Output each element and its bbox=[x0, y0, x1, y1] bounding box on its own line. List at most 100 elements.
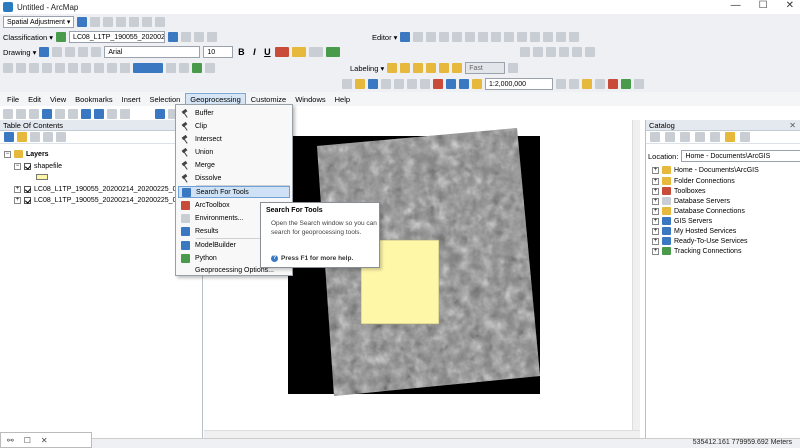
fixed-zoom-in-icon[interactable] bbox=[55, 109, 65, 119]
open-icon[interactable] bbox=[355, 79, 365, 89]
draw-polygon-icon[interactable] bbox=[181, 32, 192, 42]
label-quality-dropdown[interactable]: Fast bbox=[465, 62, 506, 74]
menu-item-merge[interactable]: Merge bbox=[178, 159, 290, 171]
catalog-options-icon[interactable] bbox=[740, 132, 750, 142]
zoom-whole-page-icon[interactable] bbox=[65, 47, 76, 57]
fixed-zoom-out-icon[interactable] bbox=[68, 109, 78, 119]
polygon-symbol-swatch[interactable] bbox=[36, 174, 48, 180]
catalog-close-icon[interactable]: ✕ bbox=[789, 121, 796, 130]
menu-insert[interactable]: Insert bbox=[118, 93, 145, 105]
list-by-source-icon[interactable] bbox=[17, 132, 27, 142]
menu-bookmarks[interactable]: Bookmarks bbox=[71, 93, 117, 105]
forward-icon[interactable] bbox=[665, 132, 675, 142]
expand-icon[interactable]: + bbox=[652, 207, 659, 215]
classification-layer-dropdown[interactable]: LC08_L1TP_190055_202002 bbox=[69, 31, 166, 43]
split-icon[interactable] bbox=[517, 32, 528, 42]
up-icon[interactable] bbox=[680, 132, 690, 142]
catalog-item[interactable]: + Database Servers bbox=[652, 196, 730, 206]
layer-visibility-checkbox[interactable] bbox=[24, 162, 31, 170]
expand-icon[interactable]: + bbox=[14, 185, 21, 193]
catalog-item[interactable]: + Home - Documents\ArcGIS bbox=[652, 165, 759, 175]
editor-toolbar-icon[interactable] bbox=[556, 79, 566, 89]
view-link-table-icon[interactable] bbox=[155, 17, 166, 27]
python-window-icon[interactable] bbox=[621, 79, 631, 89]
labeling-menu[interactable]: Labeling ▾ bbox=[350, 64, 384, 73]
raster-layer[interactable]: + LC08_L1TP_190055_20200214_20200225_01_… bbox=[14, 184, 189, 194]
expand-icon[interactable]: + bbox=[652, 166, 659, 174]
pan-icon[interactable] bbox=[29, 109, 39, 119]
classification-label[interactable]: Classification ▾ bbox=[3, 33, 53, 42]
list-by-selection-icon[interactable] bbox=[43, 132, 53, 142]
pause-labeling-icon[interactable] bbox=[439, 63, 450, 73]
expand-icon[interactable]: + bbox=[652, 177, 659, 185]
catalog-item[interactable]: + Database Connections bbox=[652, 206, 745, 216]
catalog-item[interactable]: + Toolboxes bbox=[652, 186, 706, 196]
copy-icon[interactable] bbox=[407, 79, 417, 89]
marker-color-icon[interactable] bbox=[326, 47, 341, 57]
effects-icon-8[interactable] bbox=[94, 63, 104, 73]
maximize-button[interactable]: ☐ bbox=[759, 0, 768, 11]
grid-icon[interactable] bbox=[572, 47, 582, 57]
menu-help[interactable]: Help bbox=[331, 93, 354, 105]
rectangle-icon[interactable] bbox=[78, 47, 89, 57]
create-features-icon[interactable] bbox=[569, 32, 580, 42]
expand-icon[interactable]: + bbox=[652, 197, 659, 205]
reshape-icon[interactable] bbox=[491, 32, 502, 42]
map-scale-dropdown[interactable]: 1:2,000,000 bbox=[485, 78, 553, 90]
rotate-element-icon[interactable] bbox=[52, 47, 63, 57]
cut-icon[interactable] bbox=[394, 79, 404, 89]
italic-button[interactable]: I bbox=[249, 47, 259, 57]
attributes-icon[interactable] bbox=[543, 32, 554, 42]
training-manager-icon[interactable] bbox=[194, 32, 205, 42]
effects-slider[interactable] bbox=[133, 63, 163, 73]
edit-tool-icon[interactable] bbox=[400, 32, 411, 42]
effects-icon-9[interactable] bbox=[107, 63, 117, 73]
effects-icon-3[interactable] bbox=[29, 63, 39, 73]
menu-item-intersect[interactable]: Intersect bbox=[178, 133, 290, 145]
select-elements-pointer-icon[interactable] bbox=[155, 109, 165, 119]
location-dropdown[interactable]: Home - Documents\ArcGIS bbox=[681, 150, 800, 162]
save-icon[interactable] bbox=[368, 79, 378, 89]
measure-icon[interactable] bbox=[142, 17, 153, 27]
spatial-adjustment-dropdown[interactable]: Spatial Adjustment ▾ bbox=[3, 16, 75, 28]
effects-icon-7[interactable] bbox=[81, 63, 91, 73]
paste-icon[interactable] bbox=[420, 79, 430, 89]
print-icon[interactable] bbox=[381, 79, 391, 89]
back-icon[interactable] bbox=[650, 132, 660, 142]
effects-icon-4[interactable] bbox=[42, 63, 52, 73]
training-sample-icon[interactable] bbox=[168, 32, 179, 42]
map-vertical-scrollbar[interactable] bbox=[632, 120, 640, 430]
menu-item-search-for-tools[interactable]: Search For Tools bbox=[178, 186, 290, 198]
table-icon[interactable] bbox=[520, 47, 530, 57]
report-icon[interactable] bbox=[546, 47, 556, 57]
rotate-icon[interactable] bbox=[530, 32, 541, 42]
effects-icon-2[interactable] bbox=[16, 63, 26, 73]
label-weight-icon[interactable] bbox=[413, 63, 424, 73]
trace-icon[interactable] bbox=[452, 32, 463, 42]
expand-icon[interactable]: + bbox=[652, 187, 659, 195]
zoom-in-icon[interactable] bbox=[3, 109, 13, 119]
list-by-visibility-icon[interactable] bbox=[30, 132, 40, 142]
bold-button[interactable]: B bbox=[236, 47, 246, 57]
menu-view[interactable]: View bbox=[46, 93, 70, 105]
search-window-icon[interactable] bbox=[595, 79, 605, 89]
menu-item-buffer[interactable]: Buffer bbox=[178, 107, 290, 119]
expand-icon[interactable]: + bbox=[652, 227, 659, 235]
layer-visibility-checkbox[interactable] bbox=[24, 185, 31, 193]
clear-selection-icon[interactable] bbox=[120, 109, 130, 119]
text-icon[interactable] bbox=[91, 47, 102, 57]
label-extra-icon[interactable] bbox=[508, 63, 519, 73]
effects-icon-6[interactable] bbox=[68, 63, 78, 73]
layout-icon[interactable] bbox=[559, 47, 569, 57]
catalog-item[interactable]: + Ready-To-Use Services bbox=[652, 236, 748, 246]
layers-group[interactable]: − Layers bbox=[4, 149, 49, 159]
frame-icon[interactable] bbox=[585, 47, 595, 57]
label-manager-icon[interactable] bbox=[387, 63, 398, 73]
layer-props-icon[interactable] bbox=[205, 63, 215, 73]
catalog-item[interactable]: + Folder Connections bbox=[652, 176, 735, 186]
minimized-close-icon[interactable]: ✕ bbox=[41, 436, 48, 445]
link-icon[interactable]: ⚯ bbox=[7, 436, 14, 445]
effects-icon-1[interactable] bbox=[3, 63, 13, 73]
line-color-icon[interactable] bbox=[309, 47, 324, 57]
modelbuilder-toolbar-icon[interactable] bbox=[634, 79, 644, 89]
